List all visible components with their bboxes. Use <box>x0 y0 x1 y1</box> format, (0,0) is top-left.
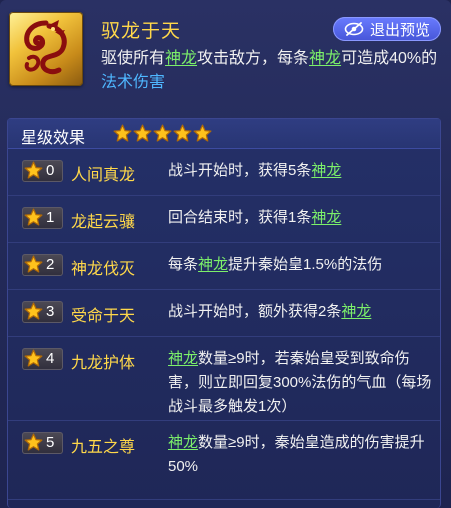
effect-description: 每条神龙提升秦始皇1.5%的法伤 <box>168 253 438 277</box>
star-effect-row: 3 受命于天 战斗开始时，额外获得2条神龙 <box>8 290 440 337</box>
text-segment: 攻击敌方，每条 <box>197 50 310 67</box>
star-icon <box>193 124 212 142</box>
keyword-magic-damage: 法术伤害 <box>101 74 166 91</box>
effect-description: 回合结束时，获得1条神龙 <box>168 206 438 230</box>
effect-name: 人间真龙 <box>71 167 136 184</box>
star-level-badge: 5 <box>22 432 63 454</box>
text-segment: 驱使所有 <box>101 50 166 67</box>
keyword-shenlong: 神龙 <box>341 303 372 320</box>
star-icon <box>24 208 43 226</box>
keyword-shenlong: 神龙 <box>198 256 229 273</box>
keyword-shenlong: 神龙 <box>309 50 342 67</box>
star-effects-list: 0 人间真龙 战斗开始时，获得5条神龙 1 龙起云骧 回合结束时，获得1条神龙 2 神龙伐灭每… <box>8 149 440 500</box>
exit-preview-button[interactable]: 退出预览 <box>333 17 441 41</box>
star-level-badge: 4 <box>22 348 63 370</box>
star-icon <box>24 161 43 179</box>
star-level-badge: 0 <box>22 160 63 182</box>
star-effects-section: 星级效果 0 人间真龙 战斗开始时，获得5条神龙 1 龙起云骧 回合结束时，获得1条神龙 2… <box>7 118 441 508</box>
skill-title: 驭龙于天 <box>101 21 182 42</box>
effect-description: 战斗开始时，额外获得2条神龙 <box>168 300 438 324</box>
text-segment: 提升秦始皇1.5%的法伤 <box>228 256 383 273</box>
effect-name: 九龙护体 <box>71 355 136 372</box>
star-level-number: 2 <box>46 256 55 273</box>
text-segment: 战斗开始时，获得5条 <box>168 162 312 179</box>
star-icon <box>24 433 43 451</box>
star-level-badge: 1 <box>22 207 63 229</box>
text-segment: 每条 <box>168 256 199 273</box>
star-icon <box>173 124 192 142</box>
star-icon <box>133 124 152 142</box>
star-icon <box>24 255 43 273</box>
star-level-number: 1 <box>46 209 55 226</box>
header-star-rating <box>113 124 212 143</box>
star-level-number: 4 <box>46 350 55 367</box>
effect-description: 战斗开始时，获得5条神龙 <box>168 159 438 183</box>
keyword-shenlong: 神龙 <box>168 350 199 367</box>
text-segment: 可造成40%的 <box>341 50 438 67</box>
skill-preview-panel: 驭龙于天 退出预览 驱使所有神龙攻击敌方，每条神龙可造成40%的法术伤害 星级效… <box>0 0 451 508</box>
star-effect-row: 5 九五之尊 神龙数量≥9时，秦始皇造成的伤害提升50% <box>8 421 440 500</box>
star-effect-row: 4 九龙护体 神龙数量≥9时，若秦始皇受到致命伤害，则立即回复300%法伤的气血（每… <box>8 337 440 421</box>
effect-description: 神龙数量≥9时，若秦始皇受到致命伤害，则立即回复300%法伤的气血（每场战斗最多… <box>168 347 438 419</box>
eye-slash-icon <box>344 22 364 36</box>
star-effect-row: 1 龙起云骧 回合结束时，获得1条神龙 <box>8 196 440 243</box>
text-segment: 战斗开始时，额外获得2条 <box>168 303 342 320</box>
effect-description: 神龙数量≥9时，秦始皇造成的伤害提升50% <box>168 431 438 479</box>
star-effect-row: 2 神龙伐灭 每条神龙提升秦始皇1.5%的法伤 <box>8 243 440 290</box>
star-icon <box>113 124 132 142</box>
golden-dragon-icon <box>9 12 83 86</box>
skill-description: 驱使所有神龙攻击敌方，每条神龙可造成40%的法术伤害 <box>101 47 443 95</box>
star-effect-row: 0 人间真龙 战斗开始时，获得5条神龙 <box>8 149 440 196</box>
effect-name: 龙起云骧 <box>71 214 136 231</box>
star-effects-header: 星级效果 <box>8 119 440 149</box>
keyword-shenlong: 神龙 <box>168 434 199 451</box>
star-level-badge: 2 <box>22 254 63 276</box>
star-icon <box>24 349 43 367</box>
text-segment: 数量≥9时，秦始皇造成的伤害提升50% <box>168 434 425 475</box>
star-level-badge: 3 <box>22 301 63 323</box>
effect-name: 神龙伐灭 <box>71 261 136 278</box>
star-icon <box>24 302 43 320</box>
exit-preview-label: 退出预览 <box>369 21 430 39</box>
star-level-number: 0 <box>46 162 55 179</box>
effect-name: 九五之尊 <box>71 439 136 456</box>
effect-name: 受命于天 <box>71 308 136 325</box>
star-level-number: 5 <box>46 434 55 451</box>
keyword-shenlong: 神龙 <box>165 50 198 67</box>
text-segment: 数量≥9时，若秦始皇受到致命伤害，则立即回复300%法伤的气血（每场战斗最多触发… <box>168 350 432 415</box>
star-effects-title: 星级效果 <box>21 130 86 147</box>
star-level-number: 3 <box>46 303 55 320</box>
keyword-shenlong: 神龙 <box>311 162 342 179</box>
star-icon <box>153 124 172 142</box>
keyword-shenlong: 神龙 <box>311 209 342 226</box>
text-segment: 回合结束时，获得1条 <box>168 209 312 226</box>
